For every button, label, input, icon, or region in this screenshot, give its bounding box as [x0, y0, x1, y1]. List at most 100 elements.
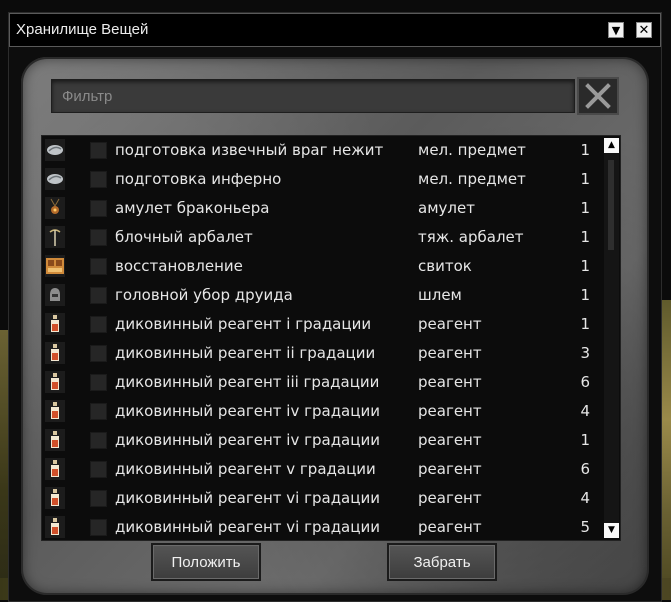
helmet-icon: [45, 284, 65, 306]
item-name: восстановление: [115, 257, 243, 275]
item-checkbox[interactable]: [90, 142, 107, 159]
item-checkbox[interactable]: [90, 316, 107, 333]
item-name: диковинный реагент iv градации: [115, 431, 380, 449]
dropdown-arrow-icon[interactable]: ▼: [608, 22, 624, 38]
item-type: амулет: [418, 199, 475, 217]
item-type: реагент: [418, 402, 482, 420]
item-type: мел. предмет: [418, 141, 526, 159]
item-quantity: 1: [580, 141, 590, 159]
item-quantity: 1: [580, 257, 590, 275]
put-button[interactable]: Положить: [151, 543, 261, 581]
reagent-icon: [45, 516, 65, 538]
item-checkbox[interactable]: [90, 345, 107, 362]
item-quantity: 1: [580, 199, 590, 217]
item-checkbox[interactable]: [90, 519, 107, 536]
reagent-icon: [45, 458, 65, 480]
list-item[interactable]: диковинный реагент vi градации реагент 5: [42, 513, 602, 540]
list-item[interactable]: диковинный реагент iv градации реагент 4: [42, 397, 602, 426]
item-type: реагент: [418, 431, 482, 449]
list-item[interactable]: подготовка извечный враг нежит мел. предм…: [42, 136, 602, 165]
scroll-down-icon[interactable]: ▼: [604, 523, 619, 538]
item-quantity: 1: [580, 170, 590, 188]
item-quantity: 1: [580, 431, 590, 449]
item-checkbox[interactable]: [90, 229, 107, 246]
scrollbar[interactable]: ▲ ▼: [604, 138, 619, 538]
item-name: диковинный реагент iv градации: [115, 402, 380, 420]
item-type: реагент: [418, 489, 482, 507]
list-item[interactable]: амулет браконьера амулет 1: [42, 194, 602, 223]
item-quantity: 1: [580, 315, 590, 333]
crossbow-icon: [45, 226, 65, 248]
item-name: диковинный реагент vi градации: [115, 489, 380, 507]
reagent-icon: [45, 371, 65, 393]
item-type: тяж. арбалет: [418, 228, 524, 246]
scroll-up-icon[interactable]: ▲: [604, 138, 619, 153]
item-type: реагент: [418, 315, 482, 333]
item-checkbox[interactable]: [90, 461, 107, 478]
item-list[interactable]: подготовка извечный враг нежит мел. предм…: [41, 135, 621, 541]
item-quantity: 1: [580, 286, 590, 304]
item-name: подготовка инферно: [115, 170, 282, 188]
item-type: свиток: [418, 257, 472, 275]
list-item[interactable]: диковинный реагент i градации реагент 1: [42, 310, 602, 339]
list-item[interactable]: восстановление свиток 1: [42, 252, 602, 281]
list-item[interactable]: головной убор друида шлем 1: [42, 281, 602, 310]
reagent-icon: [45, 313, 65, 335]
item-quantity: 6: [580, 460, 590, 478]
item-checkbox[interactable]: [90, 374, 107, 391]
reagent-icon: [45, 342, 65, 364]
scrollbar-thumb[interactable]: [608, 160, 614, 250]
item-checkbox[interactable]: [90, 287, 107, 304]
reagent-icon: [45, 400, 65, 422]
amulet-icon: [45, 197, 65, 219]
item-checkbox[interactable]: [90, 432, 107, 449]
item-quantity: 6: [580, 373, 590, 391]
list-item[interactable]: диковинный реагент ii градации реагент 3: [42, 339, 602, 368]
item-type: мел. предмет: [418, 170, 526, 188]
close-icon[interactable]: ✕: [636, 22, 652, 38]
item-name: диковинный реагент iii градации: [115, 373, 380, 391]
stone-icon: [45, 139, 65, 161]
list-item[interactable]: диковинный реагент iv градации реагент 1: [42, 426, 602, 455]
item-type: реагент: [418, 518, 482, 536]
item-type: реагент: [418, 373, 482, 391]
item-name: диковинный реагент v градации: [115, 460, 376, 478]
item-type: шлем: [418, 286, 462, 304]
item-name: диковинный реагент vi градации: [115, 518, 380, 536]
item-name: головной убор друида: [115, 286, 293, 304]
item-type: реагент: [418, 344, 482, 362]
item-name: амулет браконьера: [115, 199, 270, 217]
item-checkbox[interactable]: [90, 490, 107, 507]
item-name: блочный арбалет: [115, 228, 253, 246]
x-icon: [585, 83, 611, 109]
item-checkbox[interactable]: [90, 403, 107, 420]
list-item[interactable]: подготовка инферно мел. предмет 1: [42, 165, 602, 194]
filter-box: [51, 79, 575, 113]
list-item[interactable]: диковинный реагент v градации реагент 6: [42, 455, 602, 484]
item-type: реагент: [418, 460, 482, 478]
stone-icon: [45, 168, 65, 190]
list-item[interactable]: блочный арбалет тяж. арбалет 1: [42, 223, 602, 252]
item-quantity: 4: [580, 489, 590, 507]
item-checkbox[interactable]: [90, 200, 107, 217]
list-item[interactable]: диковинный реагент vi градации реагент 4: [42, 484, 602, 513]
filter-input[interactable]: [52, 80, 574, 112]
item-quantity: 4: [580, 402, 590, 420]
item-name: подготовка извечный враг нежит: [115, 141, 384, 159]
window-title: Хранилище Вещей: [16, 21, 149, 38]
reagent-icon: [45, 429, 65, 451]
storage-window: Хранилище Вещей ▼ ✕ подготовка извечный …: [8, 12, 662, 602]
item-checkbox[interactable]: [90, 171, 107, 188]
scroll-icon: [45, 255, 65, 277]
window-titlebar[interactable]: Хранилище Вещей ▼ ✕: [9, 13, 661, 47]
list-item[interactable]: диковинный реагент iii градации реагент 6: [42, 368, 602, 397]
item-checkbox[interactable]: [90, 258, 107, 275]
take-button[interactable]: Забрать: [387, 543, 497, 581]
item-name: диковинный реагент i градации: [115, 315, 372, 333]
item-quantity: 3: [580, 344, 590, 362]
reagent-icon: [45, 487, 65, 509]
item-quantity: 1: [580, 228, 590, 246]
clear-filter-button[interactable]: [577, 77, 619, 115]
item-quantity: 5: [580, 518, 590, 536]
item-name: диковинный реагент ii градации: [115, 344, 376, 362]
